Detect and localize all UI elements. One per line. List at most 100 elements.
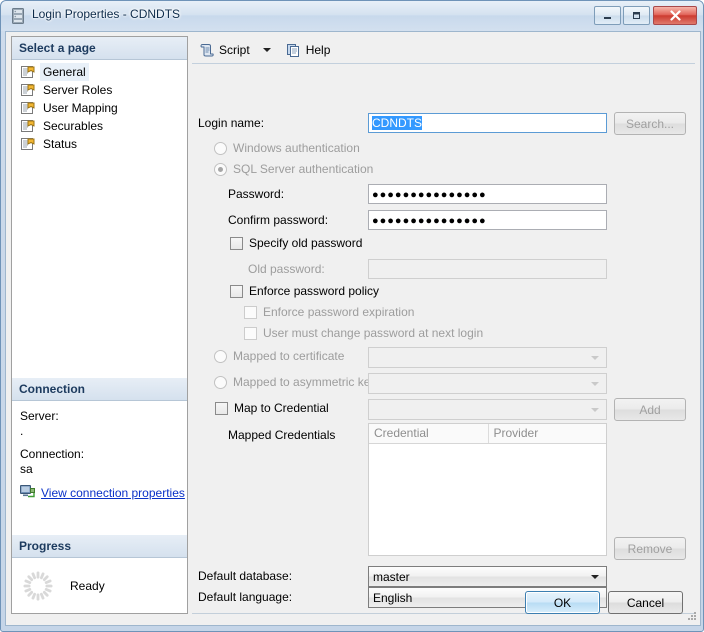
sidebar-item-label: Status <box>43 137 78 151</box>
enforce-password-expiration-row[interactable]: Enforce password expiration <box>244 305 414 319</box>
confirm-password-label: Confirm password: <box>228 213 329 227</box>
password-label-row: Password: <box>228 187 284 201</box>
help-icon <box>286 43 299 57</box>
chevron-down-icon <box>591 355 599 360</box>
certificate-combobox[interactable] <box>368 347 607 368</box>
map-to-credential-checkbox[interactable] <box>215 401 228 415</box>
sidebar-item-user-mapping[interactable]: User Mapping <box>12 99 187 117</box>
column-header-provider[interactable]: Provider <box>489 424 607 443</box>
select-page-header: Select a page <box>12 37 187 60</box>
confirm-password-label-row: Confirm password: <box>228 213 328 227</box>
page-icon <box>21 138 35 150</box>
connection-details: Server: . Connection: sa View connection… <box>12 401 187 506</box>
page-icon <box>21 66 35 78</box>
old-password-input[interactable] <box>368 259 607 279</box>
sidebar-item-label: Server Roles <box>43 83 113 97</box>
remove-button[interactable]: Remove <box>614 537 686 560</box>
sidebar-item-label: Securables <box>43 119 104 133</box>
server-value: . <box>20 424 24 438</box>
asymmetric-key-combobox[interactable] <box>368 373 607 394</box>
general-page-form: Login name: CDNDTS Search... Windows aut… <box>192 64 695 614</box>
search-button[interactable]: Search... <box>614 112 686 135</box>
page-list: General Server Roles User Mapping Secura… <box>12 60 187 153</box>
resize-grip[interactable] <box>686 610 698 622</box>
confirm-password-input[interactable]: ●●●●●●●●●●●●●●● <box>368 210 607 230</box>
user-must-change-password-row[interactable]: User must change password at next login <box>244 326 483 340</box>
progress-header: Progress <box>12 535 187 558</box>
specify-old-password-checkbox[interactable] <box>230 236 243 250</box>
login-name-value: CDNDTS <box>372 116 422 130</box>
login-name-label-row: Login name: <box>198 116 264 130</box>
credential-combobox[interactable] <box>368 399 607 420</box>
help-button[interactable]: Help <box>283 39 334 61</box>
sidebar-item-securables[interactable]: Securables <box>12 117 187 135</box>
password-label: Password: <box>228 187 285 201</box>
maximize-icon <box>624 7 649 24</box>
view-connection-properties-link[interactable]: View connection properties <box>41 486 185 500</box>
user-must-change-password-checkbox[interactable] <box>244 326 257 340</box>
mapped-to-asymmetric-key-radio[interactable] <box>214 375 227 389</box>
maximize-button[interactable] <box>623 6 650 25</box>
sidebar-item-server-roles[interactable]: Server Roles <box>12 81 187 99</box>
script-icon <box>200 43 214 56</box>
sql-authentication-radio[interactable] <box>214 162 227 176</box>
windows-authentication-radio-row[interactable]: Windows authentication <box>214 141 360 155</box>
mapped-credentials-label: Mapped Credentials <box>228 428 336 442</box>
connection-value: sa <box>20 462 33 476</box>
cancel-button[interactable]: Cancel <box>608 591 683 614</box>
script-dropdown-arrow-icon[interactable] <box>262 47 271 52</box>
old-password-label: Old password: <box>248 262 325 276</box>
minimize-button[interactable] <box>594 6 621 25</box>
enforce-password-policy-checkbox[interactable] <box>230 284 243 298</box>
chevron-down-icon <box>591 381 599 386</box>
mapped-to-certificate-label: Mapped to certificate <box>233 349 345 363</box>
script-button[interactable]: Script <box>196 39 253 61</box>
sidebar-item-general[interactable]: General <box>12 63 187 81</box>
user-must-change-password-label: User must change password at next login <box>263 326 484 340</box>
old-password-label-row: Old password: <box>248 262 325 276</box>
view-connection-properties-row[interactable]: View connection properties <box>20 485 187 500</box>
map-to-credential-row[interactable]: Map to Credential <box>215 401 329 415</box>
right-pane: Script Help Login name: CDNDTS Search...… <box>192 36 695 614</box>
enforce-password-expiration-checkbox[interactable] <box>244 305 257 319</box>
mapped-credentials-header: Credential Provider <box>369 424 606 444</box>
enforce-password-policy-row[interactable]: Enforce password policy <box>230 284 379 298</box>
server-label: Server: <box>20 409 59 423</box>
script-label: Script <box>219 42 250 57</box>
specify-old-password-row[interactable]: Specify old password <box>230 236 362 250</box>
mapped-to-asymmetric-key-row[interactable]: Mapped to asymmetric key <box>214 375 376 389</box>
windows-authentication-radio[interactable] <box>214 141 227 155</box>
sql-authentication-radio-row[interactable]: SQL Server authentication <box>214 162 373 176</box>
mapped-to-certificate-radio[interactable] <box>214 349 227 363</box>
chevron-down-icon <box>591 407 599 412</box>
column-header-credential[interactable]: Credential <box>369 424 489 443</box>
server-icon <box>12 8 24 24</box>
close-icon <box>654 7 696 24</box>
chevron-down-icon <box>591 574 599 579</box>
default-database-label-row: Default database: <box>198 569 292 583</box>
sidebar-item-label: User Mapping <box>43 101 118 115</box>
page-icon <box>21 120 35 132</box>
mapped-credentials-label-row: Mapped Credentials <box>228 428 335 442</box>
password-value: ●●●●●●●●●●●●●●● <box>372 189 487 201</box>
default-database-label: Default database: <box>198 569 293 583</box>
ok-button[interactable]: OK <box>525 591 600 614</box>
login-name-label: Login name: <box>198 116 265 130</box>
login-properties-window: Login Properties - CDNDTS Select a page … <box>0 0 704 632</box>
close-button[interactable] <box>653 6 697 25</box>
mapped-credentials-list[interactable]: Credential Provider <box>368 423 607 556</box>
login-name-input[interactable]: CDNDTS <box>368 113 607 133</box>
sidebar-item-status[interactable]: Status <box>12 135 187 153</box>
default-database-combobox[interactable]: master <box>368 566 607 587</box>
mapped-to-certificate-row[interactable]: Mapped to certificate <box>214 349 344 363</box>
minimize-icon <box>595 7 620 24</box>
add-button[interactable]: Add <box>614 398 686 421</box>
password-input[interactable]: ●●●●●●●●●●●●●●● <box>368 184 607 204</box>
sidebar-item-label: General <box>40 63 89 81</box>
enforce-password-policy-label: Enforce password policy <box>249 284 380 298</box>
page-icon <box>21 84 35 96</box>
default-database-value: master <box>373 569 410 584</box>
title-bar[interactable]: Login Properties - CDNDTS <box>1 1 703 31</box>
help-label: Help <box>305 42 331 57</box>
left-pane: Select a page General Server Roles User … <box>11 36 188 614</box>
